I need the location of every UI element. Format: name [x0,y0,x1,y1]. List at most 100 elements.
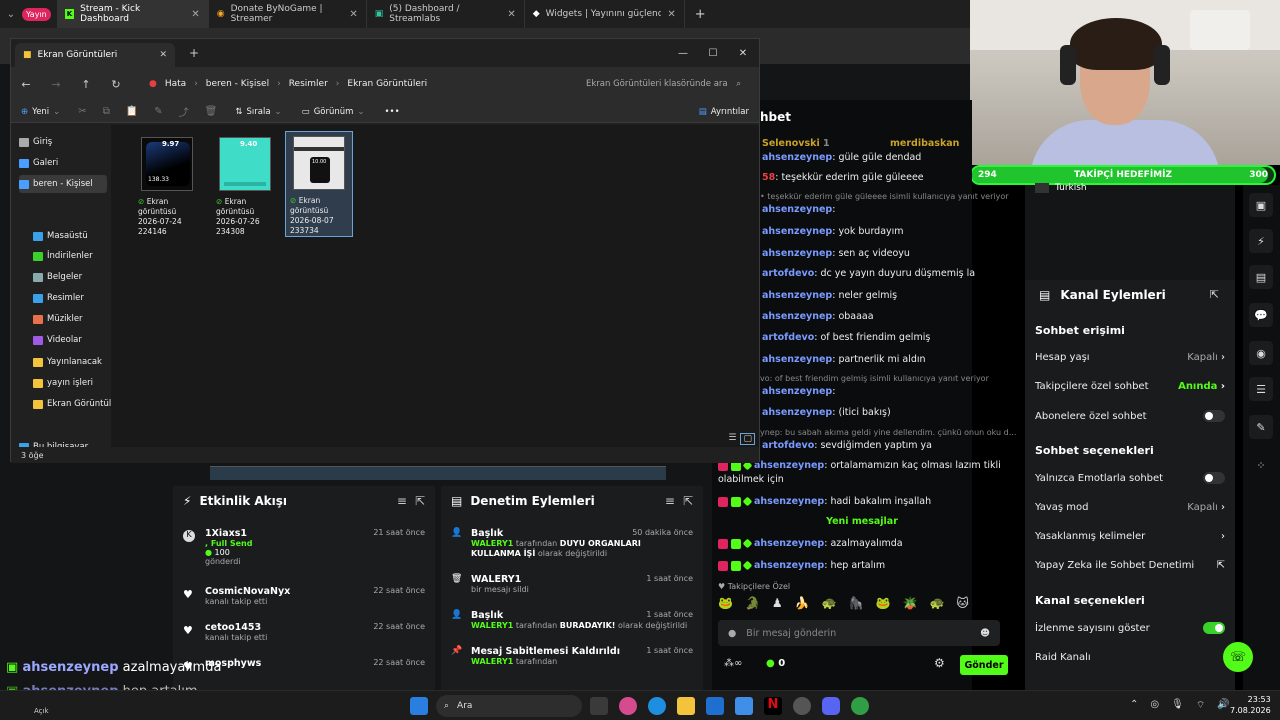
file-item[interactable]: 9.40 ⊘ Ekran görüntüsü 2026-07-26 234308 [211,133,279,239]
chat-message: artofdevo: dc ye yayın duyuru düşmemiş l… [762,268,975,279]
viewcount-toggle[interactable] [1203,622,1225,634]
sidebar-item[interactable]: Resimler📌 [33,289,121,307]
lightning-icon[interactable]: ⚡ [1249,229,1273,253]
new-tab-button[interactable]: + [685,7,716,22]
new-messages-divider: Yeni mesajlar [826,516,898,527]
popout-icon[interactable]: ⇱ [1210,288,1219,301]
notes-icon[interactable]: ▤ [1249,265,1273,289]
popout-icon[interactable]: ⇱ [683,494,693,508]
bot-icon[interactable]: ⁂∞ [724,658,742,669]
task-view-icon[interactable] [590,697,608,715]
paste-icon[interactable]: 📋 [118,106,146,117]
row-banned-words[interactable]: Yasaklanmış kelimeler › [1035,531,1225,542]
maximize-button[interactable]: ☐ [698,39,728,67]
view-mode-toggle[interactable]: ☰ ▢ [728,433,755,445]
tab-bynogame[interactable]: ◉ Donate ByNoGame | Streamer ✕ [209,0,367,28]
filter-icon[interactable]: ≡ [665,494,675,508]
start-windows-icon[interactable] [410,697,428,715]
tab-widgets[interactable]: ◆ Widgets | Yayınını güçlendirme ✕ [525,0,685,28]
minimize-button[interactable]: — [668,39,698,67]
broadcast-icon[interactable]: ◉ [1249,341,1273,365]
row-account-age[interactable]: Hesap yaşı Kapalı › [1035,352,1225,363]
close-tab-icon[interactable]: ✕ [349,9,357,20]
file-explorer-icon[interactable] [677,697,695,715]
rename-icon[interactable]: ✎ [146,106,170,117]
obs-icon[interactable] [793,697,811,715]
row-show-viewcount: İzlenme sayısını göster [1035,622,1225,634]
row-slow-mode[interactable]: Yavaş mod Kapalı › [1035,502,1225,513]
emoji-icon[interactable]: ☻ [980,628,990,639]
forward-arrow-icon[interactable]: → [41,78,71,91]
sidebar-item[interactable]: Galeri [19,154,107,172]
mail-icon[interactable] [735,697,753,715]
row-raid-channel[interactable]: Raid Kanalı [1035,652,1225,663]
share-icon[interactable]: ⤴ [171,104,197,119]
sidebar-item[interactable]: Giriş [19,133,107,151]
edge-icon[interactable] [648,697,666,715]
delete-icon[interactable]: 🗑 [197,106,226,117]
chat-settings-gear-icon[interactable]: ⚙ [934,656,945,670]
close-tab-icon[interactable]: ✕ [507,9,515,20]
clock[interactable]: 23:53 7.08.2026 [1230,694,1271,716]
system-tray[interactable]: ⌃ ◎ 🎙 ⌔ 🔊 [1130,699,1230,712]
help-fab-icon[interactable]: ☏ [1223,642,1253,672]
moderation-panel: ▤ Denetim Eylemleri ≡ ⇱ 👤 Başlık WALERY1… [441,486,703,690]
discord-icon[interactable] [822,697,840,715]
tab-streamlabs[interactable]: ▣ (5) Dashboard / Streamlabs ✕ [367,0,525,28]
tab-list-chevron-icon[interactable]: ⌄ [0,9,22,20]
sidebar-item[interactable]: Ekran Görüntüle [33,395,121,413]
sidebar-item[interactable]: yayın işleri [33,374,121,392]
chat-reply-context: • teşekkür ederim güle güleeee isimli ku… [760,192,1009,201]
up-arrow-icon[interactable]: ↑ [71,78,101,91]
list-icon[interactable]: ☰ [1249,377,1273,401]
netflix-icon[interactable]: N [764,697,782,715]
profile-badge[interactable]: Yayın [22,7,51,21]
row-ai-moderation[interactable]: Yapay Zeka ile Sohbet Denetimi ⇱ [1035,560,1225,571]
sidebar-item[interactable]: İndirilenler📌 [33,247,121,265]
chat-bubble-icon[interactable]: 💬 [1249,303,1273,327]
refresh-icon[interactable]: ↻ [101,78,131,91]
close-tab-icon[interactable]: ✕ [191,9,199,20]
close-tab-icon[interactable]: ✕ [159,50,167,60]
details-button[interactable]: ▤ Ayrıntılar [689,107,759,117]
top-gifter-2[interactable]: merdibaskan [890,138,959,149]
back-arrow-icon[interactable]: ← [11,78,41,91]
new-explorer-tab-button[interactable]: + [189,46,199,60]
explorer-search-input[interactable]: Ekran Görüntüleri klasöründe ara ⌕ [576,72,751,96]
close-window-button[interactable]: ✕ [728,39,758,67]
sidebar-item[interactable]: Masaüstü📌 [33,227,121,245]
breadcrumb[interactable]: ● Hata › beren - Kişisel › Resimler › Ekran… [149,72,567,96]
sort-button[interactable]: ⇅ Sırala ⌄ [225,107,291,117]
row-follower-only-chat[interactable]: Takipçilere özel sohbet Anında › [1035,381,1225,392]
chrome-icon[interactable] [851,697,869,715]
emote-only-toggle[interactable] [1203,472,1225,484]
sidebar-item[interactable]: Videolar📌 [33,331,121,349]
sidebar-item[interactable]: beren - Kişisel [19,175,107,193]
more-options-button[interactable]: ••• [375,107,410,117]
popout-icon[interactable]: ⇱ [415,494,425,508]
chat-input[interactable]: ● Bir mesaj gönderin ☻ [718,620,1000,646]
top-gifter-1[interactable]: Selenovski 1 [762,138,830,149]
sidebar-item[interactable]: Yayınlanacak📌 [33,353,121,371]
close-tab-icon[interactable]: ✕ [667,9,675,20]
copy-icon[interactable]: ⧉ [95,106,118,117]
emote-row[interactable]: 🐸 🐊 ♟ 🍌 🐢 🦍 🐸 🪴 🐢 🐱 [718,596,1018,614]
send-button[interactable]: Gönder [960,655,1008,675]
new-button[interactable]: ⊕ Yeni ⌄ [11,107,70,117]
filter-icon[interactable]: ≡ [397,494,407,508]
apps-icon[interactable]: ⁘ [1249,453,1273,477]
sidebar-item[interactable]: Müzikler📌 [33,310,121,328]
cut-icon[interactable]: ✂ [70,106,94,117]
explorer-tab[interactable]: ■ Ekran Görüntüleri ✕ [15,43,175,67]
taskbar-search[interactable]: ⌕ Ara [436,695,582,717]
wrench-icon[interactable]: ✎ [1249,415,1273,439]
file-item[interactable]: 9.97 138.33 ⊘ Ekran görüntüsü 2026-07-24 22… [133,133,201,239]
subscriber-only-toggle[interactable] [1203,410,1225,422]
copilot-icon[interactable] [619,697,637,715]
tab-kick-dashboard[interactable]: K Stream - Kick Dashboard ✕ [56,0,209,28]
file-item-selected[interactable]: 10.00 ⊘ Ekran görüntüsü 2026-08-07 233734 [285,131,353,237]
stream-preview-icon[interactable]: ▣ [1249,193,1273,217]
sidebar-item[interactable]: Belgeler📌 [33,268,121,286]
store-icon[interactable] [706,697,724,715]
view-button[interactable]: ▭ Görünüm ⌄ [292,107,375,117]
